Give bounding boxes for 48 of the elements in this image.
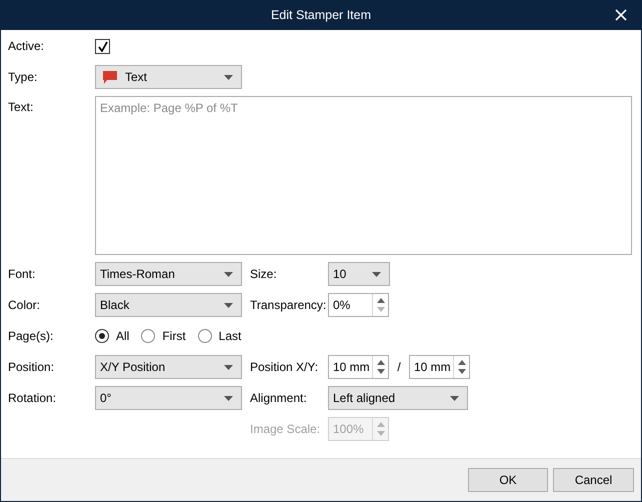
- caret-icon: [224, 396, 233, 400]
- radio-button[interactable]: All: [95, 329, 130, 343]
- spin-box: 100%: [328, 417, 389, 441]
- down-arrow-icon: [376, 431, 384, 436]
- field-label: Alignment:: [250, 391, 308, 405]
- dropdown[interactable]: Times-Roman: [95, 262, 242, 286]
- cancel-button[interactable]: Cancel: [553, 468, 634, 492]
- caret-icon: [224, 272, 233, 276]
- dropdown[interactable]: X/Y Position: [95, 355, 242, 379]
- caret-icon: [224, 74, 233, 80]
- dropdown[interactable]: Text: [95, 65, 242, 89]
- caret-icon: [372, 272, 381, 276]
- ok-button[interactable]: OK: [468, 468, 548, 492]
- field-label: Transparency:: [250, 298, 328, 312]
- field-label: Position X/Y:: [250, 360, 320, 374]
- dropdown[interactable]: 0°: [95, 386, 242, 410]
- field-label: Image Scale:: [250, 422, 322, 436]
- checkbox[interactable]: [95, 38, 110, 54]
- field-label: Position:: [8, 360, 56, 374]
- field-label: Active:: [8, 39, 46, 53]
- separator-text: /: [396, 360, 402, 374]
- spin-box[interactable]: 0%: [328, 293, 389, 317]
- field-label: Size:: [250, 267, 278, 281]
- field-label: Color:: [8, 298, 42, 312]
- spin-box[interactable]: 10 mm: [409, 355, 470, 379]
- caret-icon: [450, 396, 459, 400]
- speech-bubble-icon: [103, 70, 117, 84]
- caret-icon: [224, 364, 233, 370]
- field-label: Rotation:: [8, 391, 58, 405]
- radio-button[interactable]: Last: [198, 329, 242, 343]
- up-arrow-icon: [376, 360, 384, 365]
- close-icon[interactable]: [615, 9, 627, 21]
- dropdown[interactable]: 10: [328, 262, 390, 286]
- up-arrow-icon: [458, 360, 466, 365]
- up-arrow-icon: [376, 298, 384, 303]
- field-label: Page(s):: [8, 329, 54, 343]
- field-label: Type:: [8, 70, 38, 84]
- spin-box[interactable]: 10 mm: [328, 355, 389, 379]
- field-label: Text:: [8, 99, 34, 114]
- window-title: Edit Stamper Item: [270, 8, 372, 22]
- up-arrow-icon: [376, 422, 384, 427]
- field-label: Font:: [8, 267, 36, 281]
- checkmark-icon: [98, 40, 108, 52]
- dropdown[interactable]: Left aligned: [328, 386, 468, 410]
- dropdown[interactable]: Black: [95, 293, 242, 317]
- caret-icon: [224, 302, 233, 308]
- text-area[interactable]: Example: Page %P of %T: [95, 96, 632, 255]
- radio-button[interactable]: First: [141, 329, 186, 343]
